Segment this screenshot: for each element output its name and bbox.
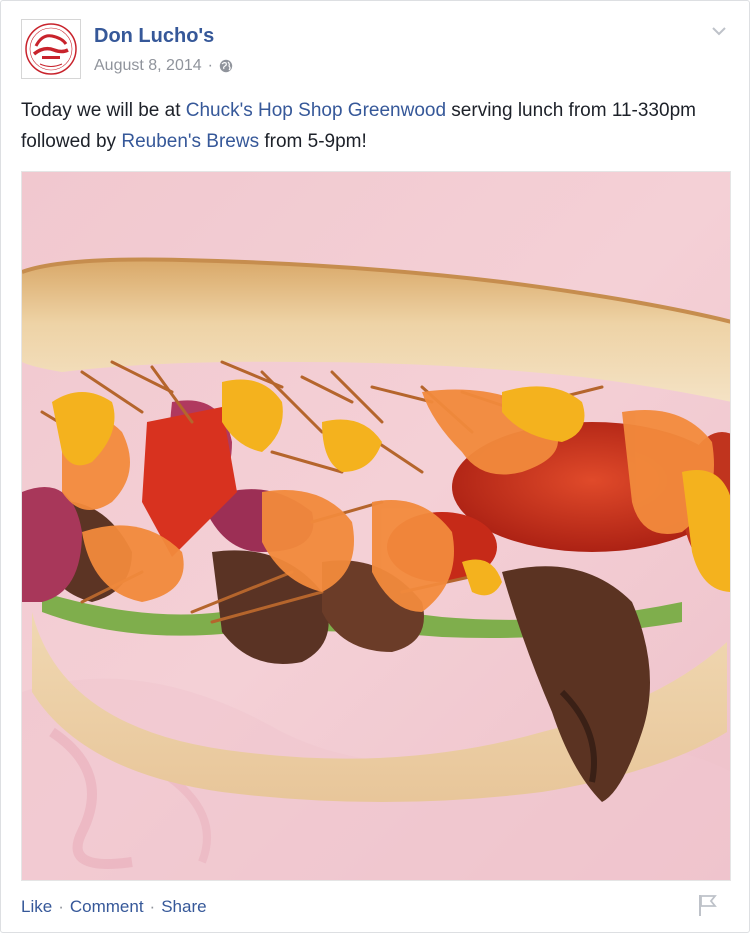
action-separator: · xyxy=(58,897,64,916)
chevron-down-icon[interactable] xyxy=(709,23,729,39)
like-button[interactable]: Like xyxy=(21,897,52,917)
post-text: Today we will be at Chuck's Hop Shop Gre… xyxy=(21,95,721,157)
globe-icon[interactable] xyxy=(219,59,233,73)
meta-separator: · xyxy=(207,57,213,74)
link-reubens-brews[interactable]: Reuben's Brews xyxy=(121,131,259,152)
comment-button[interactable]: Comment xyxy=(70,897,144,917)
link-chucks-hop-shop[interactable]: Chuck's Hop Shop Greenwood xyxy=(186,100,446,121)
post-meta: August 8, 2014 · xyxy=(94,57,233,75)
post-header: Don Lucho's August 8, 2014 · xyxy=(21,19,729,83)
post-text-part: from 5-9pm! xyxy=(259,131,367,152)
post-text-part: Today we will be at xyxy=(21,100,186,121)
avatar[interactable] xyxy=(21,19,81,79)
post-photo[interactable] xyxy=(21,171,731,881)
don-luchos-logo xyxy=(25,23,77,75)
flag-icon[interactable] xyxy=(697,893,719,917)
post-author[interactable]: Don Lucho's xyxy=(94,25,214,48)
share-button[interactable]: Share xyxy=(161,897,206,917)
post-card: Don Lucho's August 8, 2014 · Today we wi… xyxy=(0,0,750,933)
post-actions: Like · Comment · Share xyxy=(21,897,207,917)
action-separator: · xyxy=(149,897,156,916)
sandwich-image xyxy=(22,172,730,880)
post-date[interactable]: August 8, 2014 xyxy=(94,57,202,75)
